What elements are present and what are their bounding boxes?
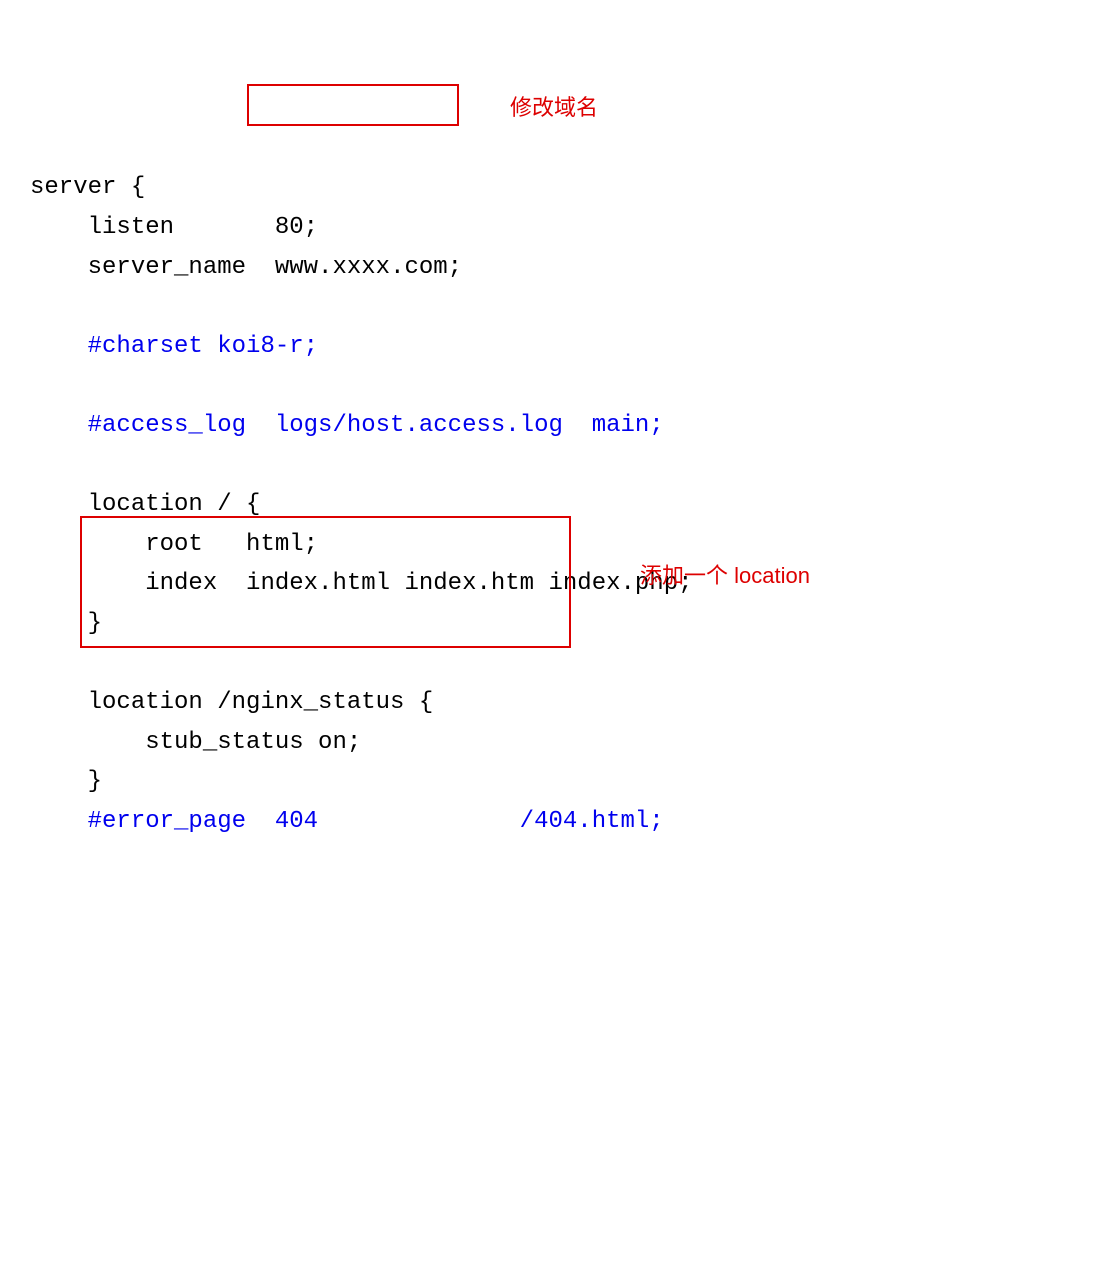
indent bbox=[30, 808, 88, 835]
server-name-value: www.xxxx.com; bbox=[275, 254, 462, 281]
code-line: listen 80; bbox=[30, 214, 318, 241]
annotation-domain: 修改域名 bbox=[510, 90, 598, 126]
comment-charset: #charset koi8-r; bbox=[88, 333, 318, 360]
annotation-location: 添加一个 location bbox=[640, 558, 810, 594]
indent bbox=[30, 333, 88, 360]
code-line-part: server_name bbox=[30, 254, 275, 281]
highlight-server-name bbox=[247, 84, 459, 126]
code-line: } bbox=[30, 610, 102, 637]
code-line: index index.html index.htm index.php; bbox=[30, 570, 693, 597]
code-line: server { bbox=[30, 174, 145, 201]
comment-error-page: #error_page 404 /404.html; bbox=[88, 808, 664, 835]
code-line: } bbox=[30, 768, 102, 795]
code-line: stub_status on; bbox=[30, 729, 361, 756]
code-line: location / { bbox=[30, 491, 260, 518]
code-line: root html; bbox=[30, 531, 318, 558]
code-block: server { listen 80; server_name www.xxxx… bbox=[30, 168, 1090, 841]
comment-access-log: #access_log logs/host.access.log main; bbox=[88, 412, 664, 439]
indent bbox=[30, 412, 88, 439]
code-line: location /nginx_status { bbox=[30, 689, 433, 716]
